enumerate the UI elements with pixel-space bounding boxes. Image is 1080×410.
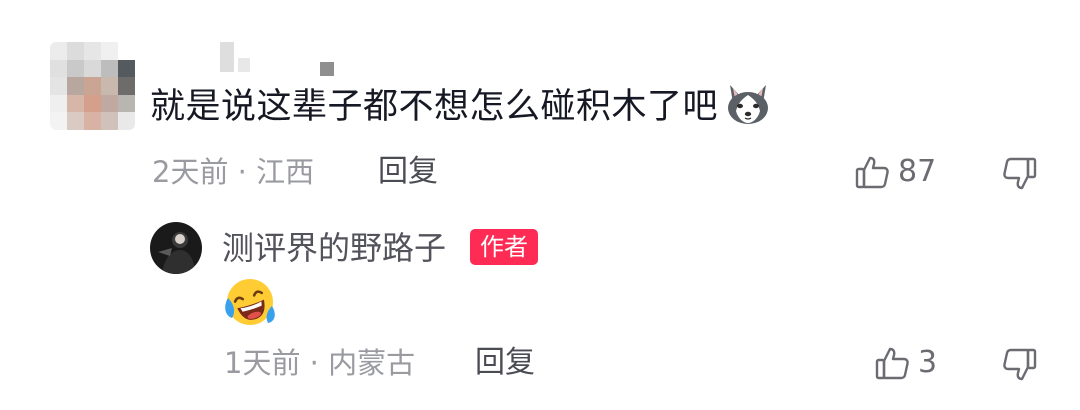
author-name[interactable]: 测评界的野路子 [222,228,446,268]
reply-like-count: 3 [918,345,938,380]
comment-text: 就是说这辈子都不想怎么碰积木了吧 [150,82,772,132]
author-avatar[interactable] [150,222,202,274]
comment-time-location: 2天前 · 江西 [152,155,315,189]
reply-button[interactable]: 回复 [378,152,438,192]
dislike-button[interactable] [1002,156,1038,192]
laughing-crying-emoji [224,276,276,328]
thumbs-up-icon [854,154,890,190]
thumbs-up-icon [874,345,910,381]
thumbs-down-icon [1003,348,1037,381]
commenter-name-redacted[interactable] [220,42,350,82]
reply-like-button[interactable]: 3 [874,343,937,383]
commenter-avatar[interactable] [50,42,135,130]
comment-body: 就是说这辈子都不想怎么碰积木了吧 [150,87,719,127]
reply-time-location: 1天前 · 内蒙古 [224,346,416,380]
author-badge: 作者 [470,229,538,265]
husky-dog-emoji [724,81,772,127]
thumbs-down-icon [1003,157,1037,190]
like-count: 87 [898,154,937,189]
reply-reply-button[interactable]: 回复 [475,343,535,383]
reply-dislike-button[interactable] [1002,347,1038,383]
like-button[interactable]: 87 [854,152,936,192]
